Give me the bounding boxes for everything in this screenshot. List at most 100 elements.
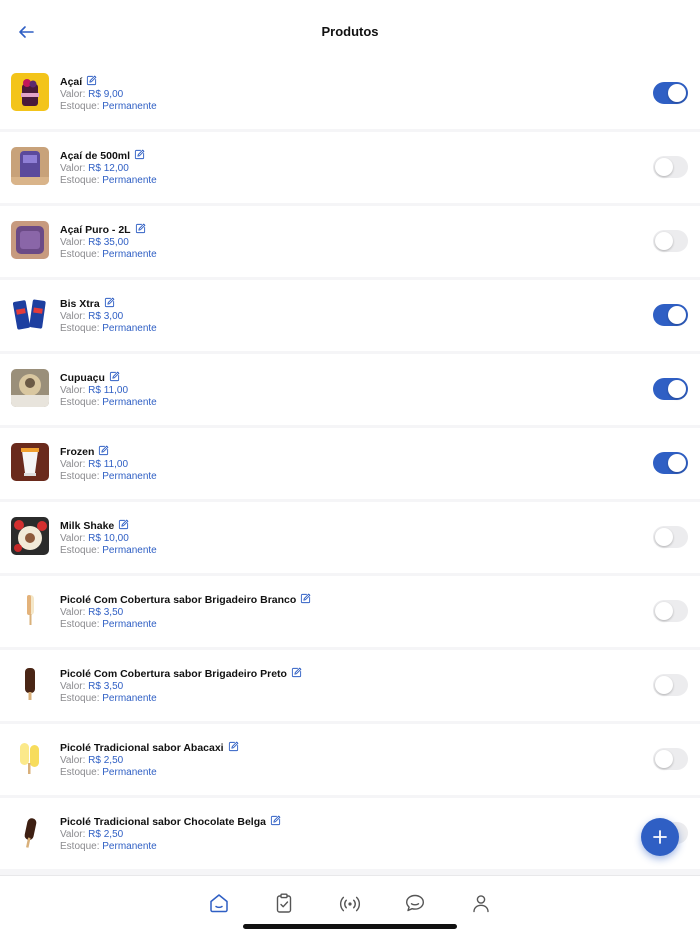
stock-line: Estoque: Permanente [60, 397, 157, 408]
home-icon [210, 894, 228, 913]
product-row[interactable]: Picolé Tradicional sabor Chocolate Belga… [0, 798, 700, 869]
edit-icon[interactable] [104, 297, 115, 308]
tab-orders[interactable] [272, 891, 296, 915]
edit-icon[interactable] [300, 593, 311, 604]
product-row[interactable]: Açaí de 500ml Valor: R$ 12,00 Estoque: Per… [0, 132, 700, 203]
product-name[interactable]: Picolé Tradicional sabor Chocolate Belga [60, 815, 281, 828]
clipboard-check-icon [276, 893, 292, 913]
price-line: Valor: R$ 35,00 [60, 237, 129, 248]
product-name-label: Açaí [60, 76, 83, 88]
stock-value: Permanente [102, 471, 157, 482]
edit-icon[interactable] [228, 741, 239, 752]
price-label: Valor: [60, 681, 86, 692]
edit-icon[interactable] [118, 519, 129, 530]
edit-icon[interactable] [109, 371, 120, 382]
stock-value: Permanente [102, 693, 157, 704]
product-name[interactable]: Açaí [60, 75, 97, 88]
stock-value: Permanente [102, 545, 157, 556]
product-row[interactable]: Açaí Valor: R$ 9,00 Estoque: Permanente [0, 58, 700, 129]
price-value: R$ 2,50 [88, 755, 124, 766]
add-product-button[interactable] [641, 818, 679, 856]
product-row[interactable]: Bis Xtra Valor: R$ 3,00 Estoque: Permanent… [0, 280, 700, 351]
price-value: R$ 12,00 [88, 163, 129, 174]
price-line: Valor: R$ 3,50 [60, 607, 123, 618]
stock-line: Estoque: Permanente [60, 693, 157, 704]
tab-profile[interactable] [469, 891, 493, 915]
stock-value: Permanente [102, 619, 157, 630]
product-row[interactable]: Frozen Valor: R$ 11,00 Estoque: Permanente [0, 428, 700, 499]
product-row[interactable]: Picolé Com Cobertura sabor Brigadeiro Pr… [0, 650, 700, 721]
stock-line: Estoque: Permanente [60, 249, 157, 260]
active-toggle[interactable] [653, 674, 688, 696]
product-row[interactable]: Picolé Com Cobertura sabor Brigadeiro Br… [0, 576, 700, 647]
top-bar: Produtos [0, 0, 700, 58]
price-value: R$ 3,00 [88, 311, 124, 322]
product-row[interactable]: Açaí Puro - 2L Valor: R$ 35,00 Estoque: Pe… [0, 206, 700, 277]
product-image [11, 221, 49, 259]
product-row[interactable]: Cupuaçu Valor: R$ 11,00 Estoque: Permanent… [0, 354, 700, 425]
product-image [11, 813, 49, 851]
product-name[interactable]: Picolé Com Cobertura sabor Brigadeiro Pr… [60, 667, 302, 680]
product-name[interactable]: Picolé Tradicional sabor Abacaxi [60, 741, 239, 754]
product-name[interactable]: Milk Shake [60, 519, 129, 532]
product-name-label: Cupuaçu [60, 372, 105, 384]
product-name[interactable]: Frozen [60, 445, 109, 458]
product-name[interactable]: Bis Xtra [60, 297, 115, 310]
stock-line: Estoque: Permanente [60, 323, 157, 334]
edit-icon[interactable] [86, 75, 97, 86]
product-name[interactable]: Cupuaçu [60, 371, 120, 384]
stock-value: Permanente [102, 323, 157, 334]
stock-value: Permanente [102, 841, 157, 852]
active-toggle[interactable] [653, 156, 688, 178]
product-row[interactable]: Picolé Tradicional sabor Abacaxi Valor: R… [0, 724, 700, 795]
stock-value: Permanente [102, 249, 157, 260]
price-label: Valor: [60, 237, 86, 248]
stock-label: Estoque: [60, 249, 100, 260]
product-name[interactable]: Açaí Puro - 2L [60, 223, 146, 236]
stock-value: Permanente [102, 101, 157, 112]
edit-icon[interactable] [291, 667, 302, 678]
stock-label: Estoque: [60, 545, 100, 556]
price-label: Valor: [60, 459, 86, 470]
stock-value: Permanente [102, 175, 157, 186]
price-value: R$ 3,50 [88, 607, 124, 618]
edit-icon[interactable] [135, 223, 146, 234]
stock-value: Permanente [102, 767, 157, 778]
tab-home[interactable] [207, 891, 231, 915]
active-toggle[interactable] [653, 304, 688, 326]
price-line: Valor: R$ 2,50 [60, 829, 123, 840]
edit-icon[interactable] [98, 445, 109, 456]
active-toggle[interactable] [653, 82, 688, 104]
price-label: Valor: [60, 89, 86, 100]
price-label: Valor: [60, 755, 86, 766]
edit-icon[interactable] [134, 149, 145, 160]
tab-broadcast[interactable] [338, 891, 362, 915]
product-name-label: Açaí de 500ml [60, 150, 131, 162]
tab-chat[interactable] [403, 891, 427, 915]
active-toggle[interactable] [653, 230, 688, 252]
product-image [11, 739, 49, 777]
home-indicator [243, 924, 457, 929]
toggle-knob [655, 750, 673, 768]
product-name-label: Açaí Puro - 2L [60, 224, 131, 236]
edit-icon[interactable] [270, 815, 281, 826]
product-name-label: Picolé Com Cobertura sabor Brigadeiro Br… [60, 594, 297, 606]
active-toggle[interactable] [653, 600, 688, 622]
price-value: R$ 3,50 [88, 681, 124, 692]
plus-icon [653, 830, 667, 844]
product-row[interactable]: Milk Shake Valor: R$ 10,00 Estoque: Perman… [0, 502, 700, 573]
price-label: Valor: [60, 385, 86, 396]
price-line: Valor: R$ 11,00 [60, 385, 128, 396]
active-toggle[interactable] [653, 452, 688, 474]
active-toggle[interactable] [653, 526, 688, 548]
active-toggle[interactable] [653, 748, 688, 770]
price-line: Valor: R$ 11,00 [60, 459, 128, 470]
price-line: Valor: R$ 12,00 [60, 163, 129, 174]
product-image [11, 591, 49, 629]
stock-line: Estoque: Permanente [60, 619, 157, 630]
product-name[interactable]: Picolé Com Cobertura sabor Brigadeiro Br… [60, 593, 311, 606]
active-toggle[interactable] [653, 378, 688, 400]
price-value: R$ 11,00 [88, 459, 129, 470]
price-label: Valor: [60, 163, 86, 174]
product-name[interactable]: Açaí de 500ml [60, 149, 145, 162]
